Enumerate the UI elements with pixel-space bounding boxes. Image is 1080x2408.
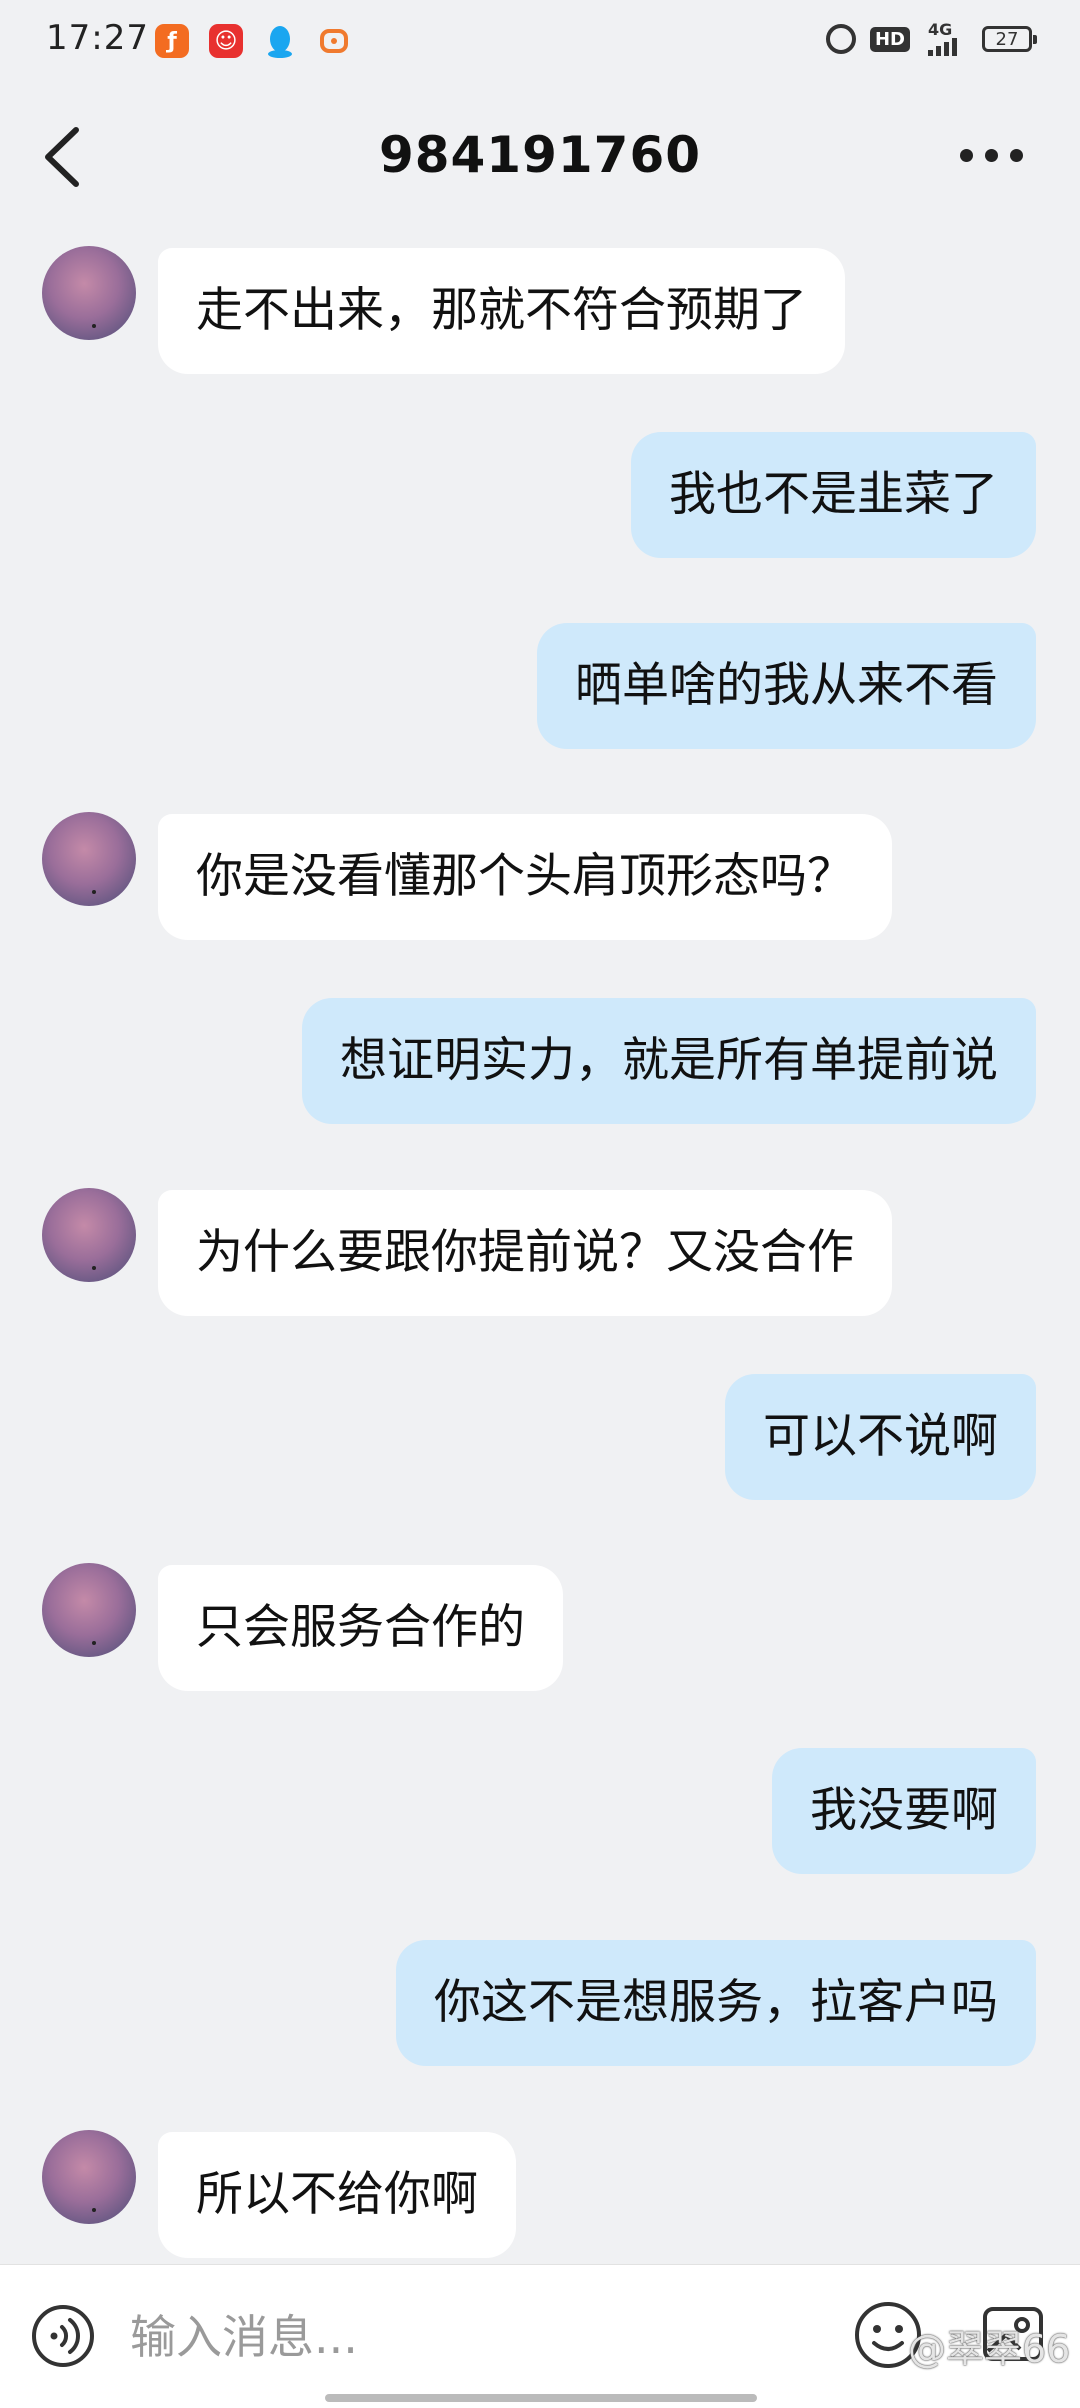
more-dots-icon [960, 148, 973, 162]
chat-title: 984191760 [378, 126, 702, 184]
incoming-message[interactable]: 所以不给你啊 [158, 2132, 516, 2258]
outgoing-message[interactable]: 想证明实力，就是所有单提前说 [302, 998, 1036, 1124]
contact-avatar[interactable] [42, 246, 136, 340]
hd-badge: HD [869, 26, 910, 52]
incoming-message[interactable]: 只会服务合作的 [158, 1565, 563, 1691]
contact-avatar[interactable] [42, 2130, 136, 2224]
fire-app-icon: ƒ [155, 24, 189, 58]
contact-avatar[interactable] [42, 1563, 136, 1657]
battery-icon: 27 [982, 26, 1037, 52]
outgoing-message[interactable]: 我没要啊 [772, 1748, 1036, 1874]
status-time: 17:27 [46, 18, 149, 58]
outgoing-message[interactable]: 晒单啥的我从来不看 [537, 623, 1036, 749]
more-options-button[interactable] [960, 140, 1040, 170]
signal-icon: 4G [924, 20, 968, 56]
orange-app-icon [317, 24, 351, 58]
incoming-message[interactable]: 走不出来，那就不符合预期了 [158, 248, 845, 374]
watermark: @翠翠66 [908, 2327, 1071, 2371]
qq-penguin-icon [263, 24, 297, 58]
outgoing-message[interactable]: 你这不是想服务，拉客户吗 [396, 1940, 1036, 2066]
red-app-icon: ☺ [209, 24, 243, 58]
voice-icon [32, 2305, 94, 2367]
notification-icons: ƒ ☺ [155, 24, 351, 58]
status-bar: 17:27 ƒ ☺ HD 4G 27 [0, 0, 1080, 84]
incoming-message[interactable]: 你是没看懂那个头肩顶形态吗？ [158, 814, 892, 940]
network-type: 4G [928, 20, 953, 39]
home-indicator[interactable] [325, 2394, 757, 2402]
outgoing-message[interactable]: 我也不是韭菜了 [631, 432, 1036, 558]
contact-avatar[interactable] [42, 812, 136, 906]
voice-button[interactable] [30, 2303, 96, 2369]
system-icons: HD 4G 27 [825, 20, 1037, 56]
chat-header: 984191760 [0, 100, 1080, 220]
alarm-icon [825, 24, 856, 54]
message-input[interactable] [128, 2301, 812, 2373]
contact-avatar[interactable] [42, 1188, 136, 1282]
chat-screen: 17:27 ƒ ☺ HD 4G 27 984191760 走不出来，那就不符合预… [0, 0, 1080, 2408]
incoming-message[interactable]: 为什么要跟你提前说？又没合作 [158, 1190, 892, 1316]
outgoing-message[interactable]: 可以不说啊 [725, 1374, 1036, 1500]
